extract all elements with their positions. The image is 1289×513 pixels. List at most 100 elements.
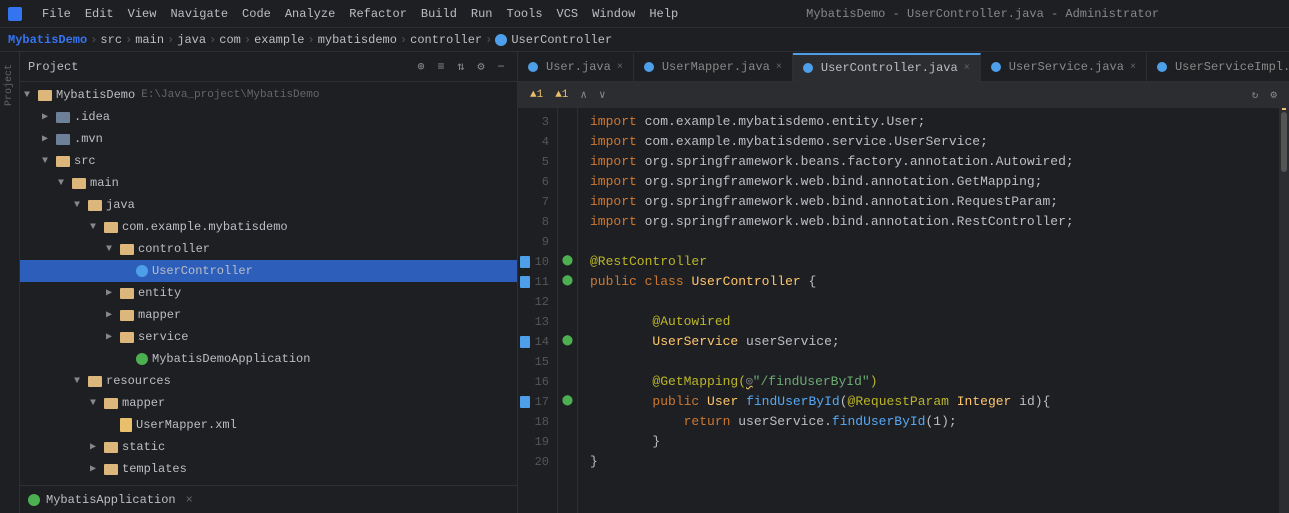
tree-item-package[interactable]: ▼ com.example.mybatisdemo	[20, 216, 517, 238]
breadcrumb-com[interactable]: com	[219, 33, 241, 47]
breadcrumb-controller[interactable]: controller	[410, 33, 482, 47]
sort-icon[interactable]: ⇅	[453, 59, 469, 75]
tree-item-entity[interactable]: ▶ entity	[20, 282, 517, 304]
tree-item-res-mapper[interactable]: ▼ mapper	[20, 392, 517, 414]
gutter-17-fold[interactable]: ⬤	[558, 392, 577, 412]
tree-arrow-entity: ▶	[106, 287, 120, 299]
tab-usermapper-close[interactable]: ×	[776, 62, 782, 73]
tree-item-usercontroller[interactable]: UserController	[20, 260, 517, 282]
run-close-icon[interactable]: ×	[186, 493, 193, 507]
gutter-19	[558, 432, 577, 452]
tab-userservice-java[interactable]: UserService.java ×	[981, 53, 1147, 81]
ln-12: 12	[518, 292, 557, 312]
ln-19: 19	[518, 432, 557, 452]
menu-analyze[interactable]: Analyze	[279, 5, 341, 23]
menu-tools[interactable]: Tools	[501, 5, 549, 23]
collapse-all-icon[interactable]: ≡	[433, 59, 449, 75]
tree-item-mvn[interactable]: ▶ .mvn	[20, 128, 517, 150]
scrollbar-thumb[interactable]	[1281, 112, 1287, 172]
breadcrumb-file[interactable]: UserController	[511, 33, 612, 47]
tree-item-app[interactable]: MybatisDemoApplication	[20, 348, 517, 370]
main-folder-icon	[72, 178, 86, 189]
menu-file[interactable]: File	[36, 5, 77, 23]
gutter-3	[558, 112, 577, 132]
close-sidebar-icon[interactable]: −	[493, 59, 509, 75]
package-label: com.example.mybatisdemo	[122, 220, 288, 234]
tab-user-java[interactable]: User.java ×	[518, 53, 634, 81]
tree-item-src[interactable]: ▼ src	[20, 150, 517, 172]
breadcrumb-main[interactable]: main	[135, 33, 164, 47]
service-folder-icon	[120, 332, 134, 343]
menu-view[interactable]: View	[122, 5, 163, 23]
tab-service-close[interactable]: ×	[1130, 62, 1136, 73]
tree-item-idea[interactable]: ▶ .idea	[20, 106, 517, 128]
ln-11: 11	[518, 272, 557, 292]
settings-icon[interactable]: ⚙	[473, 59, 489, 75]
tree-item-templates[interactable]: ▶ templates	[20, 458, 517, 480]
menu-help[interactable]: Help	[643, 5, 684, 23]
right-scrollbar[interactable]	[1279, 108, 1289, 513]
src-label: src	[74, 154, 96, 168]
breadcrumb-src[interactable]: src	[100, 33, 122, 47]
toolbar-down-icon[interactable]: ∨	[595, 86, 610, 104]
tree-item-main[interactable]: ▼ main	[20, 172, 517, 194]
tab-usermapper-java[interactable]: UserMapper.java ×	[634, 53, 793, 81]
tab-userserviceimpl-java[interactable]: UserServiceImpl.java ×	[1147, 53, 1289, 81]
root-name: MybatisDemo	[56, 88, 135, 102]
breadcrumb-example[interactable]: example	[254, 33, 304, 47]
tree-item-usermapper-xml[interactable]: UserMapper.xml	[20, 414, 517, 436]
tree-item-controller[interactable]: ▼ controller	[20, 238, 517, 260]
run-bar: MybatisApplication ×	[20, 485, 517, 513]
tree-arrow-main: ▼	[58, 178, 72, 189]
gutter-14: ⬤	[558, 332, 577, 352]
code-line-16: @GetMapping(◎"/findUserById")	[590, 372, 1279, 392]
menu-edit[interactable]: Edit	[79, 5, 120, 23]
menu-refactor[interactable]: Refactor	[343, 5, 413, 23]
title-bar: File Edit View Navigate Code Analyze Ref…	[0, 0, 1289, 28]
tree-item-service[interactable]: ▶ service	[20, 326, 517, 348]
gutter-12	[558, 292, 577, 312]
tab-impl-label: UserServiceImpl.java	[1175, 60, 1289, 74]
scrollbar-warning-marker	[1282, 108, 1286, 110]
tab-usercontroller-java[interactable]: UserController.java ×	[793, 53, 981, 81]
breadcrumb-java[interactable]: java	[177, 33, 206, 47]
toolbar-settings-icon[interactable]: ⚙	[1266, 86, 1281, 104]
res-mapper-label: mapper	[122, 396, 165, 410]
ln-15: 15	[518, 352, 557, 372]
tab-impl-icon	[1157, 62, 1167, 72]
file-tree: ▼ MybatisDemo E:\Java_project\MybatisDem…	[20, 82, 517, 485]
breadcrumb-mybatisdemo[interactable]: mybatisdemo	[318, 33, 397, 47]
toolbar-refresh-icon[interactable]: ↻	[1248, 86, 1263, 104]
left-strip: Project	[0, 52, 20, 513]
menu-vcs[interactable]: VCS	[551, 5, 585, 23]
idea-label: .idea	[74, 110, 110, 124]
warning-count-1[interactable]: ▲1	[526, 87, 547, 103]
tree-item-mapper-pkg[interactable]: ▶ mapper	[20, 304, 517, 326]
tree-item-static[interactable]: ▶ static	[20, 436, 517, 458]
code-editor: 3 4 5 6 7 8 9 10 11 12 13 14 15 16 17 18…	[518, 108, 1289, 513]
toolbar-up-icon[interactable]: ∧	[576, 86, 591, 104]
tab-controller-label: UserController.java	[821, 61, 958, 75]
code-line-10: @RestController	[590, 252, 1279, 272]
breadcrumb-project[interactable]: MybatisDemo	[8, 33, 87, 47]
warning-count-2[interactable]: ▲1	[551, 87, 572, 103]
menu-code[interactable]: Code	[236, 5, 277, 23]
menu-run[interactable]: Run	[465, 5, 499, 23]
code-line-13: @Autowired	[590, 312, 1279, 332]
tree-arrow-root: ▼	[24, 90, 38, 101]
tree-item-root[interactable]: ▼ MybatisDemo E:\Java_project\MybatisDem…	[20, 84, 517, 106]
tab-controller-close[interactable]: ×	[964, 63, 970, 74]
tab-user-java-close[interactable]: ×	[617, 62, 623, 73]
project-panel-label[interactable]: Project	[4, 64, 15, 106]
tree-item-resources[interactable]: ▼ resources	[20, 370, 517, 392]
menu-build[interactable]: Build	[415, 5, 463, 23]
locate-icon[interactable]: ⊕	[413, 59, 429, 75]
code-line-15	[590, 352, 1279, 372]
code-content[interactable]: import com.example.mybatisdemo.entity.Us…	[578, 108, 1279, 513]
menu-navigate[interactable]: Navigate	[164, 5, 234, 23]
usermapper-xml-label: UserMapper.xml	[136, 418, 237, 432]
tree-item-java[interactable]: ▼ java	[20, 194, 517, 216]
sidebar-title: Project	[28, 60, 407, 74]
menu-window[interactable]: Window	[586, 5, 641, 23]
sidebar: Project ⊕ ≡ ⇅ ⚙ − ▼ MybatisDemo E:\Java_…	[20, 52, 518, 513]
